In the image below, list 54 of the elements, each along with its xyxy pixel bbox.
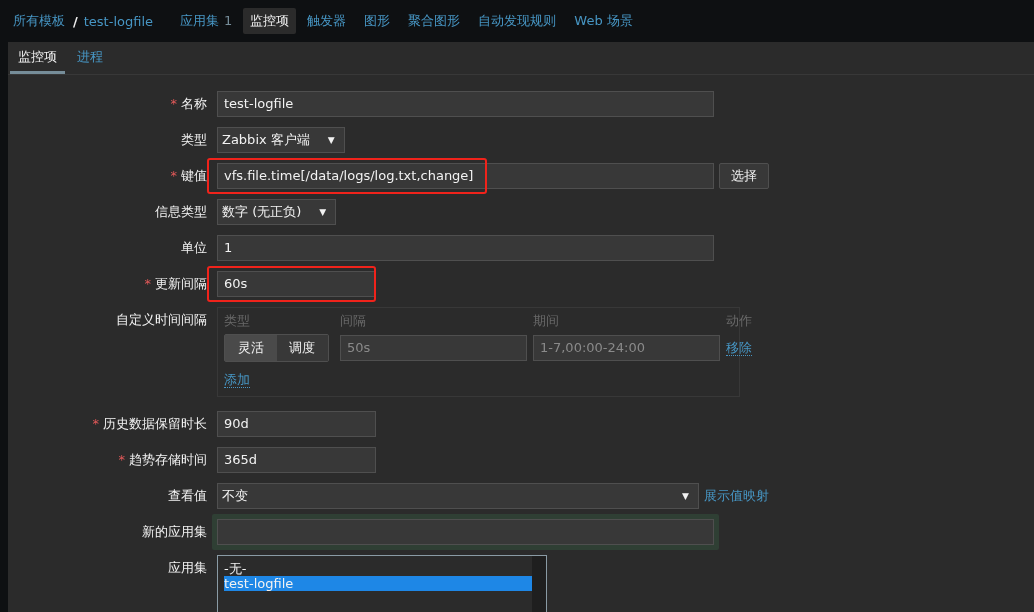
input-field[interactable]: vfs.file.time[/data/logs/log.txt,change] <box>217 163 714 189</box>
field-label: 新的应用集 <box>142 524 207 539</box>
required-mark: * <box>170 168 177 183</box>
caret-icon: ▼ <box>682 491 689 501</box>
nav-tab[interactable]: 应用集 1 <box>173 8 240 34</box>
field-label: 更新间隔 <box>155 276 207 291</box>
breadcrumb-link[interactable]: test-logfile <box>83 13 154 29</box>
listbox[interactable]: -无- test-logfile <box>217 555 547 612</box>
field-label: 信息类型 <box>155 204 207 219</box>
sub-tab[interactable]: 监控项 <box>10 42 65 74</box>
field-label: 自定义时间间隔 <box>116 312 207 327</box>
input-field[interactable]: test-logfile <box>217 91 714 117</box>
field-label: 查看值 <box>168 488 207 503</box>
input-field[interactable]: 90d <box>217 411 376 437</box>
column-header: 期间 <box>533 312 560 330</box>
nav-tab[interactable]: 触发器 <box>300 8 354 34</box>
field-label: 应用集 <box>168 560 207 575</box>
nav-tab[interactable]: 自动发现规则 <box>471 8 564 34</box>
sub-tab[interactable]: 进程 <box>69 42 111 74</box>
scrollbar[interactable] <box>532 556 546 612</box>
column-header: 动作 <box>726 312 752 330</box>
column-header: 间隔 <box>340 312 367 330</box>
nav-tab[interactable]: 聚合图形 <box>401 8 468 34</box>
field-label: 单位 <box>181 240 207 255</box>
input-field[interactable]: 365d <box>217 447 376 473</box>
nav-tab[interactable]: Web 场景 <box>567 8 640 34</box>
input-field[interactable]: 60s <box>217 271 376 297</box>
input-field[interactable]: 1 <box>217 235 714 261</box>
list-option[interactable]: -无- <box>224 561 532 576</box>
field-label: 名称 <box>181 96 207 111</box>
required-mark: * <box>92 416 99 431</box>
field-label: 历史数据保留时长 <box>103 416 207 431</box>
nav-tab[interactable]: 监控项 <box>243 8 297 34</box>
mode-toggle[interactable]: 调度 <box>276 335 328 361</box>
required-mark: * <box>144 276 151 291</box>
required-mark: * <box>170 96 177 111</box>
caret-icon: ▼ <box>319 207 327 217</box>
field-label: 类型 <box>181 132 207 147</box>
dropdown[interactable]: 数字 (无正负) ▼ <box>217 199 337 225</box>
select-button[interactable]: 选择 <box>719 163 769 189</box>
field-label: 趋势存储时间 <box>129 452 207 467</box>
required-mark: * <box>118 452 125 467</box>
dropdown[interactable]: Zabbix 客户端 ▼ <box>217 127 345 153</box>
breadcrumb-separator: / <box>73 13 78 29</box>
add-link[interactable]: 添加 <box>224 372 250 388</box>
field-label: 键值 <box>181 168 207 183</box>
nav-tab[interactable]: 图形 <box>357 8 398 34</box>
breadcrumb-link[interactable]: 所有模板 <box>13 12 65 30</box>
column-header: 类型 <box>224 312 251 330</box>
caret-icon: ▼ <box>327 135 335 145</box>
mode-toggle[interactable]: 灵活 <box>225 335 277 361</box>
dropdown[interactable]: 不变 ▼ <box>217 483 699 509</box>
remove-link[interactable]: 移除 <box>726 340 752 356</box>
value-mapping-link[interactable]: 展示值映射 <box>704 487 769 505</box>
